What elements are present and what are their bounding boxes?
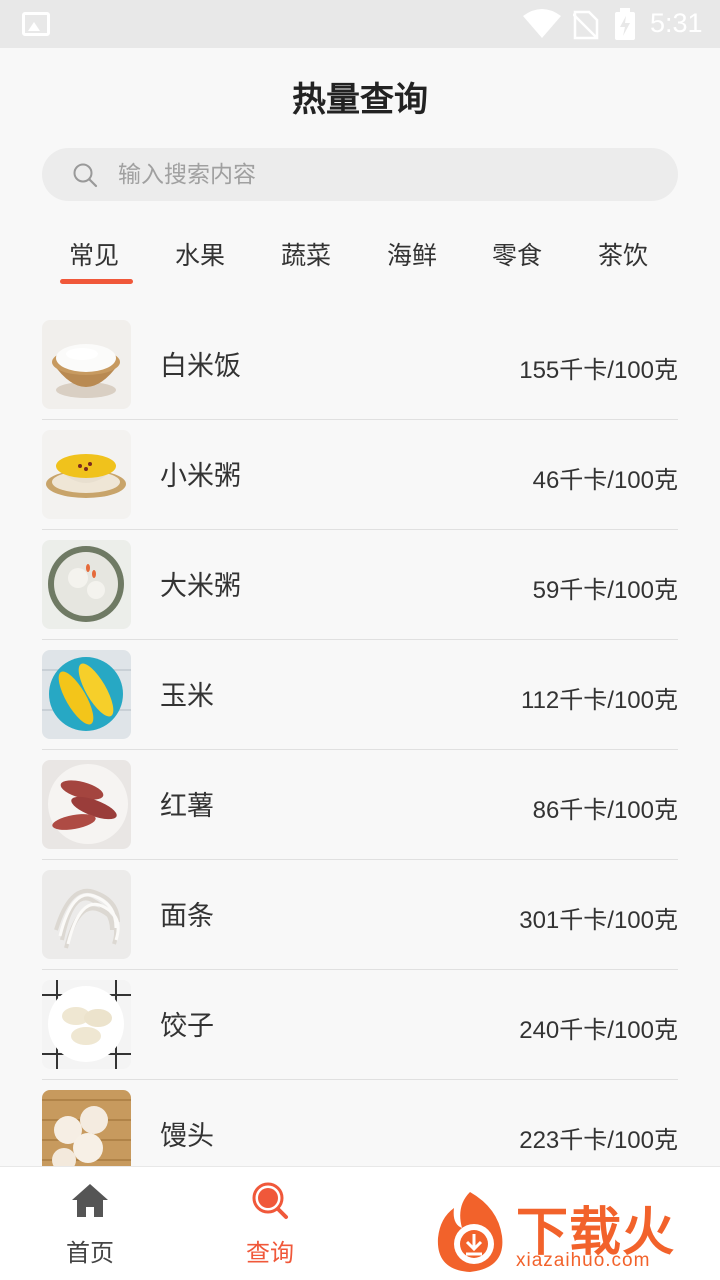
divider <box>42 529 678 530</box>
watermark: 下载火 xiazaihuo.com <box>424 1186 718 1278</box>
list-item[interactable]: 红薯 86千卡/100克 <box>42 760 678 870</box>
watermark-url: xiazaihuo.com <box>516 1250 651 1271</box>
search-icon <box>73 163 98 188</box>
nav-search-label: 查询 <box>246 1239 294 1267</box>
tab-vegetables[interactable]: 蔬菜 <box>256 232 356 288</box>
corn-image <box>42 650 131 739</box>
list-item[interactable]: 玉米 112千卡/100克 <box>42 650 678 760</box>
status-bar: 5:31 <box>0 0 720 48</box>
divider <box>42 859 678 860</box>
divider <box>42 1079 678 1080</box>
noodles-image <box>42 870 131 959</box>
divider <box>42 639 678 640</box>
food-list[interactable]: 白米饭 155千卡/100克 小米粥 46千卡/100克 大米粥 59千卡/10… <box>42 320 678 1166</box>
list-item[interactable]: 饺子 240千卡/100克 <box>42 980 678 1090</box>
divider <box>42 419 678 420</box>
tab-common[interactable]: 常见 <box>44 232 144 288</box>
millet-porridge-image <box>42 430 131 519</box>
food-calories: 59千卡/100克 <box>532 577 678 604</box>
food-name: 红薯 <box>160 791 214 822</box>
divider <box>42 749 678 750</box>
food-name: 玉米 <box>160 681 214 712</box>
food-name: 小米粥 <box>160 461 241 492</box>
battery-charging-icon <box>615 8 635 40</box>
food-calories: 86千卡/100克 <box>532 797 678 824</box>
list-item[interactable]: 面条 301千卡/100克 <box>42 870 678 980</box>
wifi-icon <box>523 9 561 38</box>
list-item[interactable]: 馒头 223千卡/100克 <box>42 1090 678 1166</box>
rice-porridge-image <box>42 540 131 629</box>
food-name: 大米粥 <box>160 571 241 602</box>
food-name: 面条 <box>160 901 214 932</box>
food-name: 饺子 <box>160 1011 214 1042</box>
nav-home[interactable]: 首页 <box>0 1167 180 1280</box>
category-tabs: 常见 水果 蔬菜 海鲜 零食 茶饮 <box>42 232 678 292</box>
flame-logo-icon <box>437 1192 503 1272</box>
tab-fruit[interactable]: 水果 <box>150 232 250 288</box>
food-calories: 223千卡/100克 <box>519 1127 678 1154</box>
sweet-potato-image <box>42 760 131 849</box>
search-bar[interactable] <box>42 148 678 201</box>
food-calories: 112千卡/100克 <box>521 687 678 714</box>
tab-tea-drinks[interactable]: 茶饮 <box>573 232 673 288</box>
search-icon <box>252 1182 288 1219</box>
clock: 5:31 <box>650 8 703 38</box>
no-sim-icon <box>573 10 599 40</box>
food-calories: 46千卡/100克 <box>532 467 678 494</box>
page-title: 热量查询 <box>292 80 428 120</box>
food-name: 馒头 <box>160 1121 214 1152</box>
food-name: 白米饭 <box>160 351 241 382</box>
image-notification-icon <box>22 12 50 36</box>
list-item[interactable]: 大米粥 59千卡/100克 <box>42 540 678 650</box>
list-item[interactable]: 白米饭 155千卡/100克 <box>42 320 678 430</box>
food-calories: 301千卡/100克 <box>519 907 678 934</box>
list-item[interactable]: 小米粥 46千卡/100克 <box>42 430 678 540</box>
food-calories: 240千卡/100克 <box>519 1017 678 1044</box>
nav-search[interactable]: 查询 <box>180 1167 360 1280</box>
nav-home-label: 首页 <box>66 1239 114 1267</box>
rice-bowl-image <box>42 320 131 409</box>
dumplings-image <box>42 980 131 1069</box>
home-icon <box>72 1184 108 1217</box>
steamed-buns-image <box>42 1090 131 1166</box>
search-input[interactable] <box>118 148 618 201</box>
divider <box>42 969 678 970</box>
tab-snacks[interactable]: 零食 <box>467 232 567 288</box>
food-calories: 155千卡/100克 <box>519 357 678 384</box>
tab-seafood[interactable]: 海鲜 <box>362 232 462 288</box>
